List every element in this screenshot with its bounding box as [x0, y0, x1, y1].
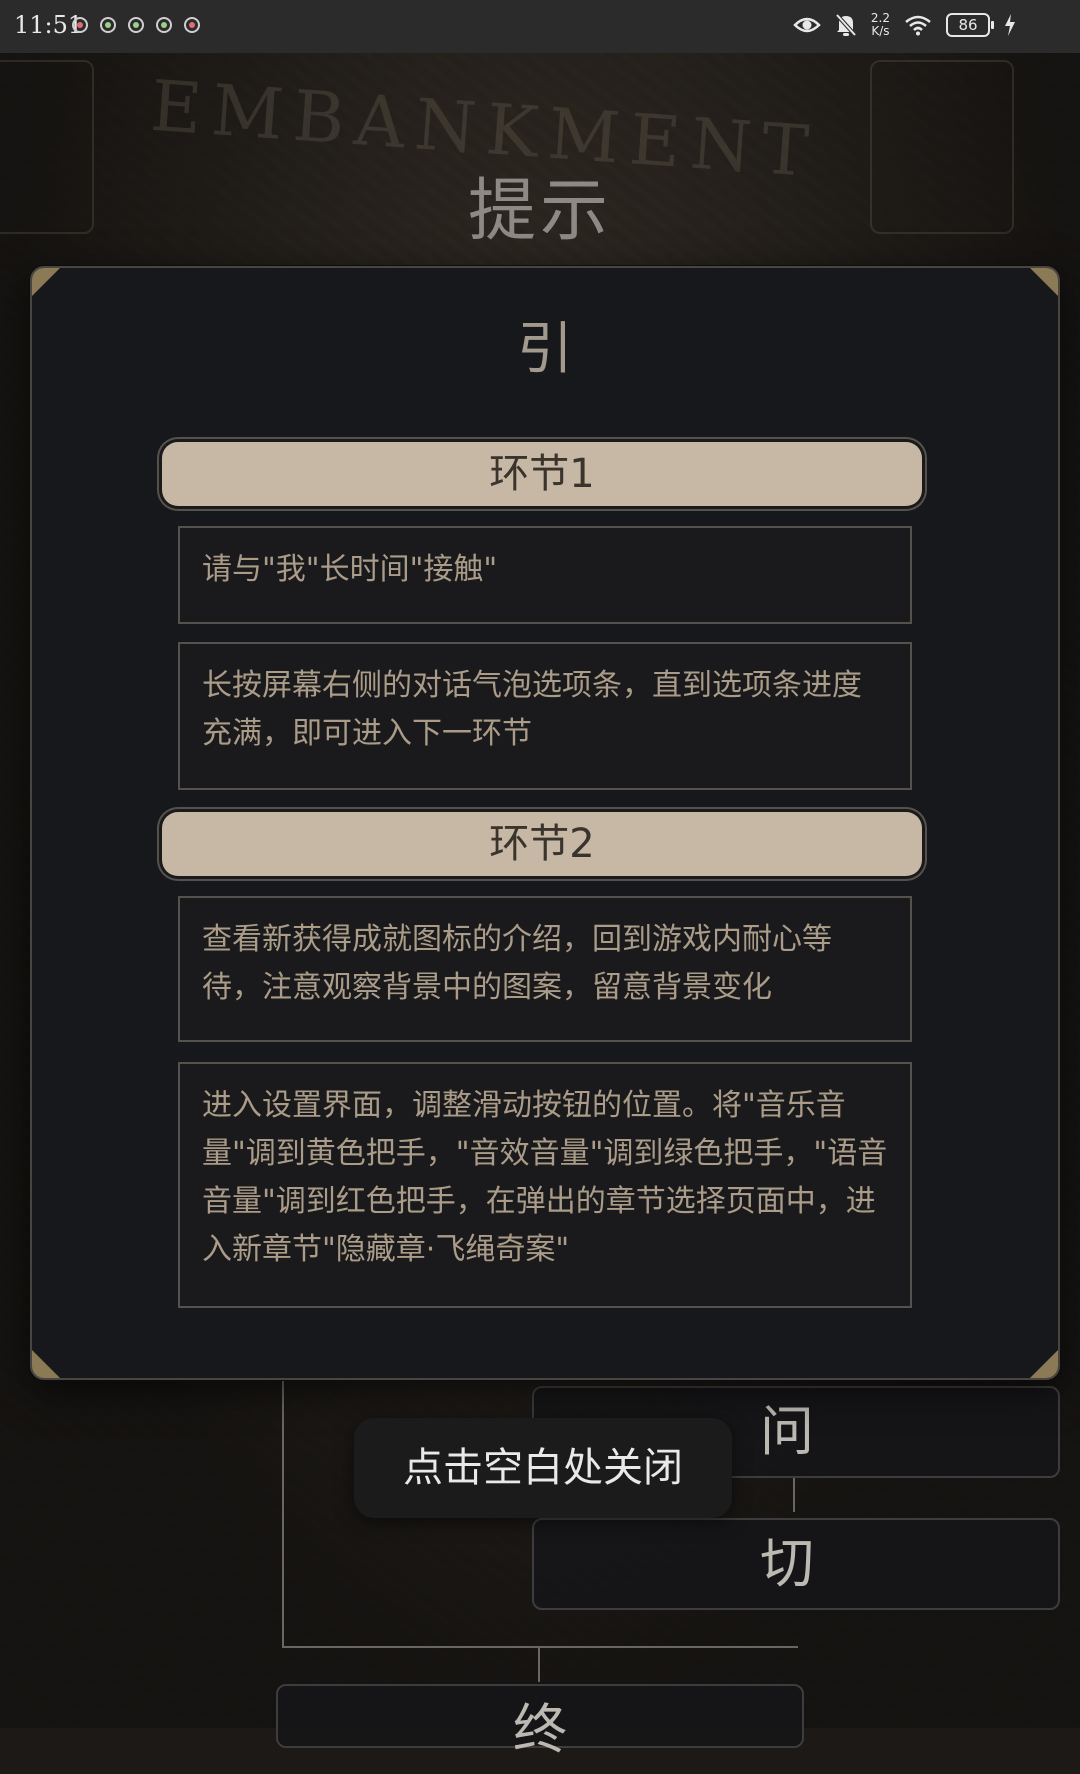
app-notification-icon	[184, 17, 200, 33]
bell-muted-icon	[835, 13, 857, 37]
network-speed-unit: K/s	[871, 24, 890, 38]
app-notification-icon	[100, 17, 116, 33]
charging-bolt-icon	[1005, 14, 1015, 36]
notification-icons	[72, 17, 200, 33]
map-connector-line	[282, 1378, 284, 1648]
page-title: 提示	[467, 172, 612, 251]
map-connector-line	[793, 1476, 795, 1512]
network-speed: 2.2 K/s	[871, 12, 890, 38]
section-header-1: 环节1	[162, 442, 922, 506]
corner-ornament	[1030, 1350, 1058, 1378]
close-hint-toast: 点击空白处关闭	[354, 1418, 732, 1518]
story-node-label: 问	[760, 1400, 814, 1463]
status-bar: 11:51 2.2 K/s 86	[0, 0, 1080, 53]
tip-box: 长按屏幕右侧的对话气泡选项条，直到选项条进度充满，即可进入下一环节	[178, 642, 912, 790]
battery-indicator: 86	[946, 13, 994, 37]
dialog-heading: 引	[517, 317, 573, 382]
corner-ornament	[32, 1350, 60, 1378]
app-notification-icon	[128, 17, 144, 33]
hint-dialog[interactable]: 引 环节1 请与"我"长时间"接触" 长按屏幕右侧的对话气泡选项条，直到选项条进…	[30, 266, 1060, 1380]
story-node-label: 终	[513, 1698, 567, 1761]
story-node-zhong[interactable]: 终	[276, 1684, 804, 1761]
eye-icon	[793, 17, 821, 33]
tip-box: 请与"我"长时间"接触"	[178, 526, 912, 624]
tip-box: 进入设置界面，调整滑动按钮的位置。将"音乐音量"调到黄色把手，"音效音量"调到绿…	[178, 1062, 912, 1308]
map-connector-line	[282, 1646, 798, 1648]
story-node-label: 切	[760, 1532, 814, 1595]
tip-box: 查看新获得成就图标的介绍，回到游戏内耐心等待，注意观察背景中的图案，留意背景变化	[178, 896, 912, 1042]
status-indicators: 2.2 K/s 86	[793, 12, 1016, 38]
app-notification-icon	[72, 17, 88, 33]
app-notification-icon	[156, 17, 172, 33]
corner-ornament	[32, 268, 60, 296]
corner-ornament	[1030, 268, 1058, 296]
wifi-icon	[905, 15, 931, 36]
story-node-qie[interactable]: 切	[532, 1518, 1060, 1610]
section-header-2: 环节2	[162, 812, 922, 876]
map-connector-line	[538, 1648, 540, 1682]
